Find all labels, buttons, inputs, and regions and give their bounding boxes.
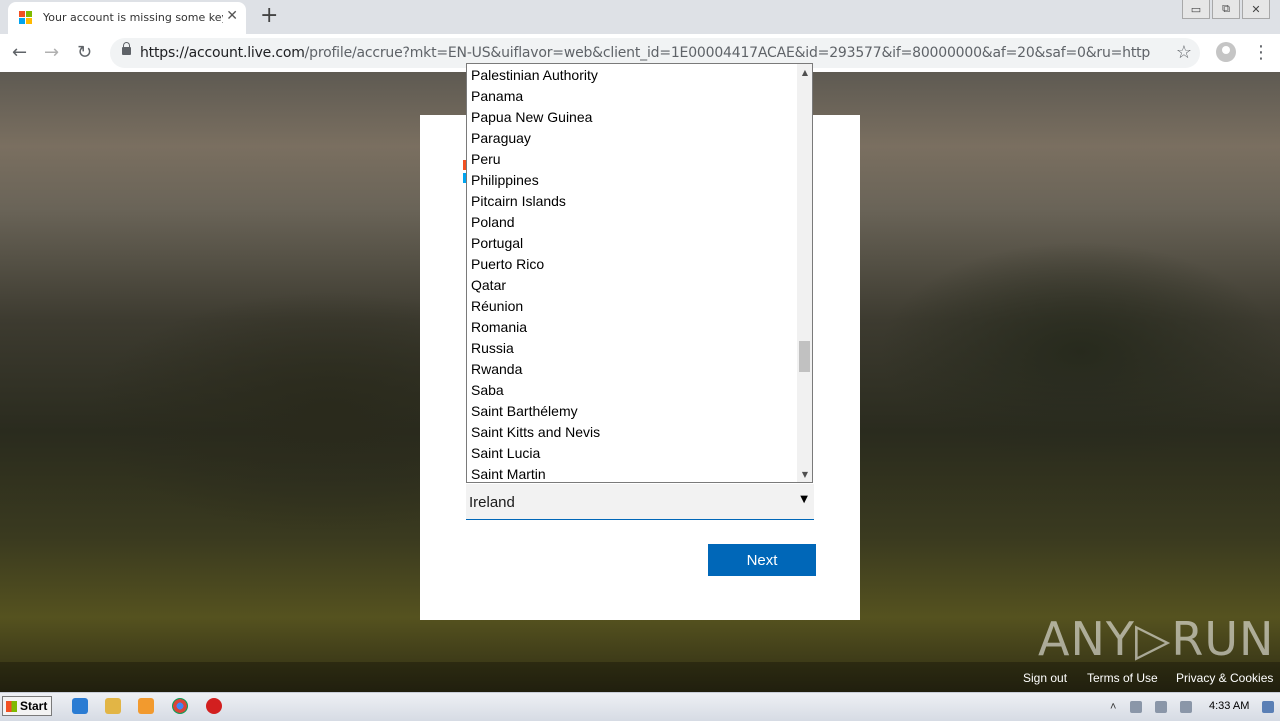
windows-taskbar: Start ˄ 4:33 AM [0, 692, 1280, 721]
profile-avatar-icon[interactable] [1216, 42, 1236, 62]
scroll-up-arrow-icon[interactable]: ▲ [797, 64, 812, 80]
tab-title: Your account is missing some key info [43, 11, 223, 24]
scrollbar-thumb[interactable] [799, 341, 810, 372]
country-option[interactable]: Saint Kitts and Nevis [471, 422, 600, 443]
country-option[interactable]: Philippines [471, 170, 539, 191]
dropdown-scrollbar[interactable]: ▲ ▼ [797, 64, 812, 482]
windows-logo-icon [6, 700, 17, 712]
chrome-icon[interactable] [172, 698, 188, 714]
next-button[interactable]: Next [708, 544, 816, 576]
scroll-down-arrow-icon[interactable]: ▼ [797, 466, 812, 482]
volume-icon[interactable] [1155, 701, 1167, 713]
opera-icon[interactable] [206, 698, 222, 714]
flag-icon[interactable] [1180, 701, 1192, 713]
close-window-button[interactable]: ✕ [1242, 0, 1270, 19]
tray-expand-icon[interactable]: ˄ [1110, 701, 1122, 713]
tab-close-icon[interactable]: ✕ [226, 8, 238, 24]
window-controls: ▭ ⧉ ✕ [1180, 0, 1270, 19]
country-option[interactable]: Saint Barthélemy [471, 401, 578, 422]
country-option[interactable]: Rwanda [471, 359, 522, 380]
terms-link[interactable]: Terms of Use [1087, 671, 1158, 685]
country-option[interactable]: Romania [471, 317, 527, 338]
network-icon[interactable] [1130, 701, 1142, 713]
reload-icon[interactable]: ↻ [77, 42, 92, 63]
clock: 4:33 AM [1209, 700, 1250, 712]
forward-icon[interactable]: → [44, 42, 59, 63]
country-option[interactable]: Saint Lucia [471, 443, 540, 464]
country-option[interactable]: Palestinian Authority [471, 65, 598, 86]
country-option[interactable]: Portugal [471, 233, 523, 254]
country-option[interactable]: Paraguay [471, 128, 531, 149]
media-player-icon[interactable] [138, 698, 154, 714]
browser-tab[interactable]: Your account is missing some key info ✕ [8, 2, 246, 34]
sign-out-link[interactable]: Sign out [1023, 671, 1067, 685]
privacy-link[interactable]: Privacy & Cookies [1176, 671, 1273, 685]
country-option[interactable]: Panama [471, 86, 523, 107]
start-button[interactable]: Start [2, 696, 52, 716]
country-option[interactable]: Papua New Guinea [471, 107, 592, 128]
internet-explorer-icon[interactable] [72, 698, 88, 714]
country-select-value: Ireland [469, 494, 515, 511]
country-option[interactable]: Qatar [471, 275, 506, 296]
country-select[interactable]: Ireland ▼ [466, 484, 814, 520]
menu-kebab-icon[interactable]: ⋮ [1252, 42, 1270, 63]
country-option[interactable]: Russia [471, 338, 514, 359]
bookmark-star-icon[interactable]: ☆ [1176, 42, 1192, 63]
browser-tab-bar: Your account is missing some key info ✕ … [0, 0, 1280, 34]
microsoft-logo-icon [19, 11, 33, 25]
url-text: https://account.live.com/profile/accrue?… [140, 45, 1150, 61]
anyrun-watermark: ANY▷RUN [1038, 612, 1275, 666]
file-explorer-icon[interactable] [105, 698, 121, 714]
restore-button[interactable]: ⧉ [1212, 0, 1240, 19]
chevron-down-icon: ▼ [800, 494, 808, 505]
country-option[interactable]: Poland [471, 212, 515, 233]
country-option[interactable]: Puerto Rico [471, 254, 544, 275]
country-option[interactable]: Saba [471, 380, 504, 401]
back-icon[interactable]: ← [12, 42, 27, 63]
new-tab-button[interactable]: + [260, 3, 278, 28]
lock-icon [122, 42, 131, 55]
minimize-button[interactable]: ▭ [1182, 0, 1210, 19]
country-option[interactable]: Réunion [471, 296, 523, 317]
country-option[interactable]: Saint Martin [471, 464, 546, 482]
country-option[interactable]: Pitcairn Islands [471, 191, 566, 212]
country-dropdown-list[interactable]: Palestinian Authority Panama Papua New Gui… [466, 63, 813, 483]
show-desktop-icon[interactable] [1262, 701, 1274, 713]
country-option[interactable]: Peru [471, 149, 501, 170]
